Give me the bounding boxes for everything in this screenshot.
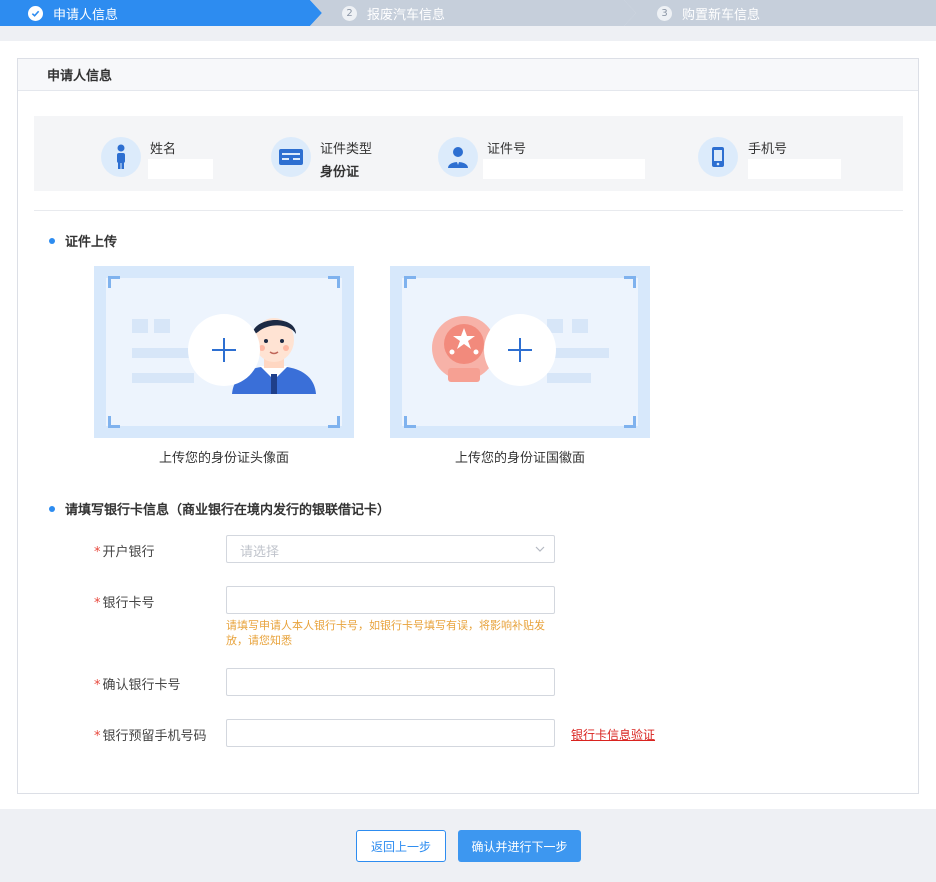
step-applicant-info[interactable]: 申请人信息 <box>0 0 322 26</box>
footer-bar: 返回上一步 确认并进行下一步 <box>0 809 936 882</box>
person-icon <box>101 137 141 177</box>
step-label: 购置新车信息 <box>682 7 761 23</box>
stepper-spacer <box>0 26 936 41</box>
check-icon <box>28 5 43 21</box>
phone-icon <box>698 137 738 177</box>
bank-select[interactable]: 请选择 <box>226 535 555 563</box>
id-back-upload[interactable] <box>390 266 650 438</box>
name-info: 姓名 <box>101 116 251 191</box>
step-scrap-vehicle-info[interactable]: 2 报废汽车信息 <box>310 0 636 26</box>
progress-stepper: 申请人信息 2 报废汽车信息 3 购置新车信息 <box>0 0 936 26</box>
phone-label: 手机号 <box>748 142 788 157</box>
confirm-card-label: * 确认银行卡号 <box>94 678 181 693</box>
confirm-next-button[interactable]: 确认并进行下一步 <box>458 830 581 862</box>
section-divider <box>34 210 903 211</box>
step-number: 3 <box>657 5 672 21</box>
id-front-upload[interactable] <box>94 266 354 438</box>
bank-label: * 开户银行 <box>94 545 155 560</box>
upload-section-label: 证件上传 <box>65 235 118 250</box>
applicant-info-panel: 申请人信息 姓名 证件类型 身份证 证件号 手机号 证件上传 上传您的身份证头像… <box>17 58 919 794</box>
card-number-hint: 请填写申请人本人银行卡号，如银行卡号填写有误，将影响补贴发放，请您知悉 <box>226 619 545 647</box>
id-type-value: 身份证 <box>320 165 360 180</box>
id-type-info: 证件类型 身份证 <box>271 116 421 191</box>
bank-section-label: 请填写银行卡信息（商业银行在境内发行的银联借记卡） <box>65 503 391 518</box>
bullet-dot <box>49 237 55 244</box>
upload-section-title: 证件上传 <box>49 231 117 250</box>
name-label: 姓名 <box>150 142 177 157</box>
add-front-button[interactable] <box>188 314 260 386</box>
phone-value <box>748 159 841 179</box>
confirm-card-input[interactable] <box>226 668 555 696</box>
id-front-caption: 上传您的身份证头像面 <box>158 451 289 466</box>
step-new-vehicle-info[interactable]: 3 购置新车信息 <box>624 0 936 26</box>
step-label: 申请人信息 <box>53 7 119 23</box>
id-card-icon <box>271 137 311 177</box>
plus-icon <box>212 338 236 362</box>
back-button[interactable]: 返回上一步 <box>356 830 446 862</box>
id-type-label: 证件类型 <box>320 142 373 157</box>
bank-phone-input[interactable] <box>226 719 555 747</box>
bank-phone-label: * 银行预留手机号码 <box>94 729 207 744</box>
applicant-summary: 姓名 证件类型 身份证 证件号 手机号 <box>34 116 903 191</box>
panel-title: 申请人信息 <box>18 59 918 91</box>
name-value <box>148 159 213 179</box>
step-number: 2 <box>342 5 357 21</box>
id-number-info: 证件号 <box>438 116 658 191</box>
plus-icon <box>508 338 532 362</box>
bank-section-title: 请填写银行卡信息（商业银行在境内发行的银联借记卡） <box>49 499 390 518</box>
step-label: 报废汽车信息 <box>367 7 446 23</box>
id-number-label: 证件号 <box>487 142 527 157</box>
id-number-value <box>483 159 645 179</box>
user-avatar-icon <box>438 137 478 177</box>
card-number-label: * 银行卡号 <box>94 596 155 611</box>
add-back-button[interactable] <box>484 314 556 386</box>
card-number-input[interactable] <box>226 586 555 614</box>
bank-select-placeholder: 请选择 <box>240 545 280 560</box>
id-back-caption: 上传您的身份证国徽面 <box>454 451 585 466</box>
chevron-down-icon <box>535 546 545 552</box>
verify-bank-card-link[interactable]: 银行卡信息验证 <box>571 726 655 743</box>
bullet-dot <box>49 505 55 512</box>
phone-info: 手机号 <box>698 116 878 191</box>
